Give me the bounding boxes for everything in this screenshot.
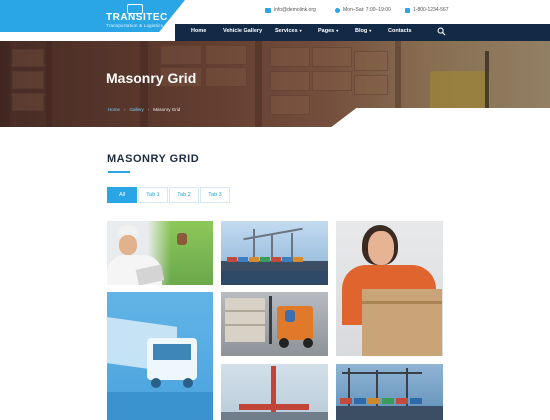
nav-label: Pages — [318, 28, 335, 34]
chevron-down-icon: ▾ — [369, 28, 372, 33]
nav-item-vehicle-gallery[interactable]: Vehicle Gallery — [223, 28, 262, 34]
tab-3[interactable]: Tab 3 — [200, 187, 230, 203]
gallery-tile-forklift[interactable] — [221, 292, 328, 356]
breadcrumb: Home › Gallery › Masonry Grid — [108, 107, 180, 112]
breadcrumb-gallery[interactable]: Gallery — [130, 107, 144, 112]
gallery-tile-port[interactable] — [221, 221, 328, 285]
hero-edge-cut — [330, 108, 550, 128]
page-title: Masonry Grid — [106, 70, 197, 86]
nav-item-contacts[interactable]: Contacts — [388, 28, 412, 34]
nav-label: Blog — [355, 28, 368, 34]
envelope-icon — [265, 7, 271, 13]
contact-phone[interactable]: 1-800-1234-567 — [405, 7, 449, 13]
nav-item-services[interactable]: Services ▾ — [275, 28, 302, 34]
nav-item-pages[interactable]: Pages ▾ — [318, 28, 338, 34]
contact-email-text[interactable]: info@demolink.org — [274, 7, 316, 13]
phone-icon — [405, 7, 410, 13]
tab-2[interactable]: Tab 2 — [169, 187, 199, 203]
clock-icon — [335, 7, 340, 13]
gallery-tile-worker[interactable] — [107, 221, 213, 285]
gallery-tile-truck[interactable] — [107, 292, 213, 420]
nav-label: Services — [275, 28, 298, 34]
tab-all[interactable]: All — [107, 187, 137, 203]
brand-subtitle: Transportation & Logistics — [106, 23, 164, 28]
filter-tabs: All Tab 1 Tab 2 Tab 3 — [107, 187, 231, 203]
breadcrumb-current: Masonry Grid — [153, 107, 181, 112]
chevron-down-icon: ▾ — [299, 28, 302, 33]
nav-item-blog[interactable]: Blog ▾ — [355, 28, 371, 34]
nav-label: Home — [191, 28, 207, 34]
section-title: MASONRY GRID — [107, 153, 200, 165]
breadcrumb-separator: › — [147, 107, 150, 112]
search-icon[interactable] — [437, 27, 446, 36]
contact-phone-text[interactable]: 1-800-1234-567 — [413, 7, 449, 13]
brand-title[interactable]: TRANSITEC — [106, 12, 168, 23]
nav-item-home[interactable]: Home — [191, 28, 206, 34]
gallery-tile-woman-box[interactable] — [336, 221, 443, 356]
nav-label: Vehicle Gallery — [223, 28, 263, 34]
section-underline — [108, 171, 130, 173]
breadcrumb-home[interactable]: Home — [108, 107, 120, 112]
contact-email[interactable]: info@demolink.org — [265, 7, 316, 13]
tab-1[interactable]: Tab 1 — [138, 187, 168, 203]
gallery-tile-terminal[interactable] — [336, 364, 443, 420]
nav-label: Contacts — [388, 28, 412, 34]
contact-hours-text: Mon–Sat: 7:00–19:00 — [343, 7, 391, 13]
gallery-tile-airplane[interactable] — [221, 364, 328, 420]
contact-hours: Mon–Sat: 7:00–19:00 — [335, 7, 391, 13]
breadcrumb-separator: › — [124, 107, 126, 112]
chevron-down-icon: ▾ — [336, 28, 339, 33]
